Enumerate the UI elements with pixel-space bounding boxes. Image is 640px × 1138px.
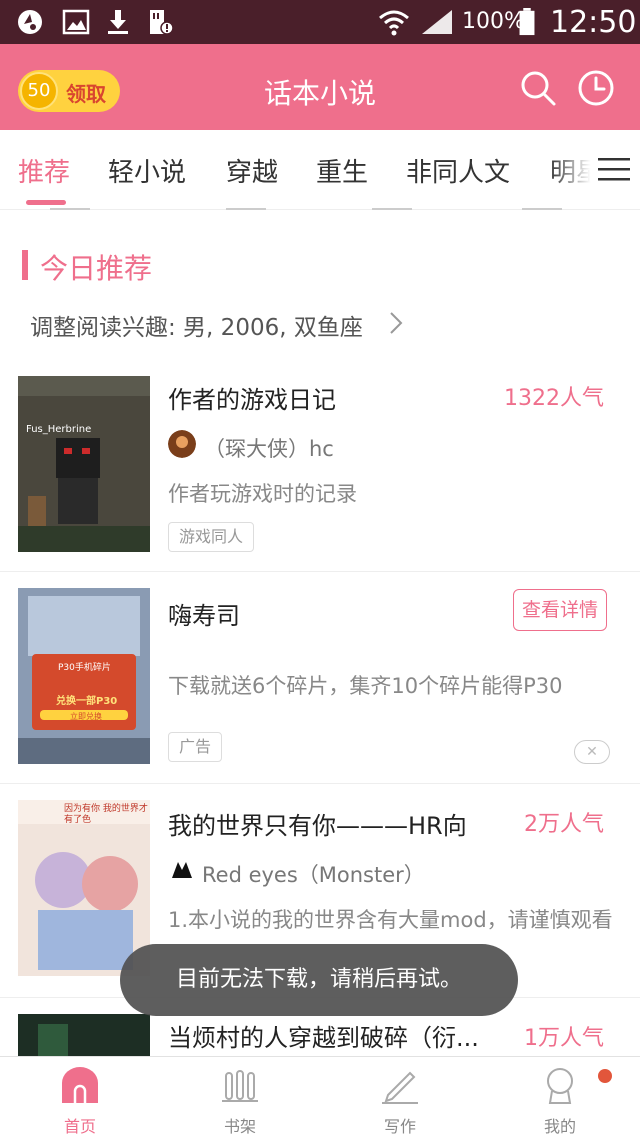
ad-artwork <box>18 588 150 764</box>
book-description: 作者玩游戏时的记录 <box>168 482 357 506</box>
book-title: 我的世界只有你———HR向 <box>168 812 467 840</box>
author-avatar <box>168 430 196 458</box>
genre-tag[interactable]: 游戏同人 <box>168 522 255 552</box>
ad-cover-text-1: P30手机碎片 <box>58 663 111 673</box>
pencil-icon <box>382 1071 418 1104</box>
book-cover: Fus_Herbrine <box>18 376 150 552</box>
book-title: 当烦村的人穿越到破碎（衍... <box>168 1024 479 1052</box>
author-name: （琛大侠）hc <box>204 437 334 461</box>
clock-time: 12:50 <box>550 5 637 40</box>
book-cover <box>18 1014 150 1056</box>
cover-caption: Fus_Herbrine <box>26 424 92 435</box>
section-marker <box>22 250 28 280</box>
sd-card-warning-icon <box>150 10 174 35</box>
ad-description: 下载就送6个碎片，集齐10个碎片能得P30 <box>168 674 563 698</box>
cover-caption: 因为有你 我的世界才有了色 <box>64 804 148 825</box>
tab-rebirth[interactable]: 重生 <box>316 152 368 189</box>
cover-artwork <box>18 376 150 552</box>
ad-cover: P30手机碎片 兑换一部P30 立即兑换 <box>18 588 150 764</box>
notification-dot <box>598 1069 612 1083</box>
active-tab-indicator <box>26 200 66 205</box>
wifi-icon <box>379 10 409 36</box>
nav-profile-label: 我的 <box>543 1117 576 1136</box>
popularity-count: 2万人气 <box>524 812 604 837</box>
image-icon <box>62 9 90 35</box>
ad-item[interactable]: P30手机碎片 兑换一部P30 立即兑换 嗨寿司 查看详情 下载就送6个碎片，集… <box>0 572 640 784</box>
popularity-count: 1322人气 <box>504 386 604 411</box>
history-clock-icon[interactable] <box>576 68 616 108</box>
close-ad-icon[interactable]: ✕ <box>574 740 610 764</box>
section-title: 今日推荐 <box>40 252 153 285</box>
nav-home[interactable]: 首页 <box>0 1057 160 1138</box>
book-title: 作者的游戏日记 <box>168 386 336 414</box>
cover-artwork <box>18 1014 150 1056</box>
bottom-navigation: 首页 书架 写作 我的 <box>0 1056 640 1138</box>
ad-title: 嗨寿司 <box>168 602 240 630</box>
reading-preference-link[interactable]: 调整阅读兴趣: 男, 2006, 双鱼座 <box>30 308 363 342</box>
battery-icon <box>519 8 535 36</box>
ad-cover-text-3: 立即兑换 <box>70 712 102 721</box>
browser-icon <box>18 10 42 34</box>
popularity-count: 1万人气 <box>524 1026 604 1051</box>
scrolled-content-edge <box>0 208 640 216</box>
status-bar: 100% 12:50 <box>0 0 640 44</box>
tab-light-novel[interactable]: 轻小说 <box>108 152 186 189</box>
category-tabs: 推荐 轻小说 穿越 重生 非同人文 明星 <box>0 130 640 210</box>
menu-icon[interactable] <box>598 156 630 184</box>
profile-icon <box>547 1068 573 1104</box>
author-avatar <box>168 856 196 884</box>
book-description: 1.本小说的我的世界含有大量mod，请谨慎观看 <box>168 908 613 932</box>
chevron-right-icon <box>390 312 403 334</box>
bookshelf-icon <box>222 1070 258 1102</box>
download-icon <box>108 10 128 34</box>
tab-time-travel[interactable]: 穿越 <box>226 152 278 189</box>
nav-write-label: 写作 <box>383 1117 416 1136</box>
ad-cover-text-2: 兑换一部P30 <box>56 696 118 707</box>
nav-bookshelf[interactable]: 书架 <box>160 1057 320 1138</box>
nav-write[interactable]: 写作 <box>320 1057 480 1138</box>
tab-original[interactable]: 非同人文 <box>406 152 510 189</box>
battery-percent: 100% <box>462 9 525 34</box>
nav-profile[interactable]: 我的 <box>480 1057 640 1138</box>
cellular-signal-icon <box>422 10 452 34</box>
toast-message: 目前无法下载，请稍后再试。 <box>120 944 518 1016</box>
cover-artwork <box>18 800 150 976</box>
search-icon[interactable] <box>518 68 558 108</box>
nav-bookshelf-label: 书架 <box>223 1117 256 1136</box>
view-details-button[interactable]: 查看详情 <box>513 589 607 631</box>
book-item[interactable]: Fus_Herbrine 作者的游戏日记 1322人气 （琛大侠）hc 作者玩游… <box>0 360 640 572</box>
home-icon <box>62 1067 98 1103</box>
ad-badge: 广告 <box>168 732 223 762</box>
author-name: Red eyes（Monster） <box>202 863 425 887</box>
tab-recommend[interactable]: 推荐 <box>18 152 70 189</box>
nav-home-label: 首页 <box>63 1117 96 1136</box>
book-cover: 因为有你 我的世界才有了色 <box>18 800 150 976</box>
